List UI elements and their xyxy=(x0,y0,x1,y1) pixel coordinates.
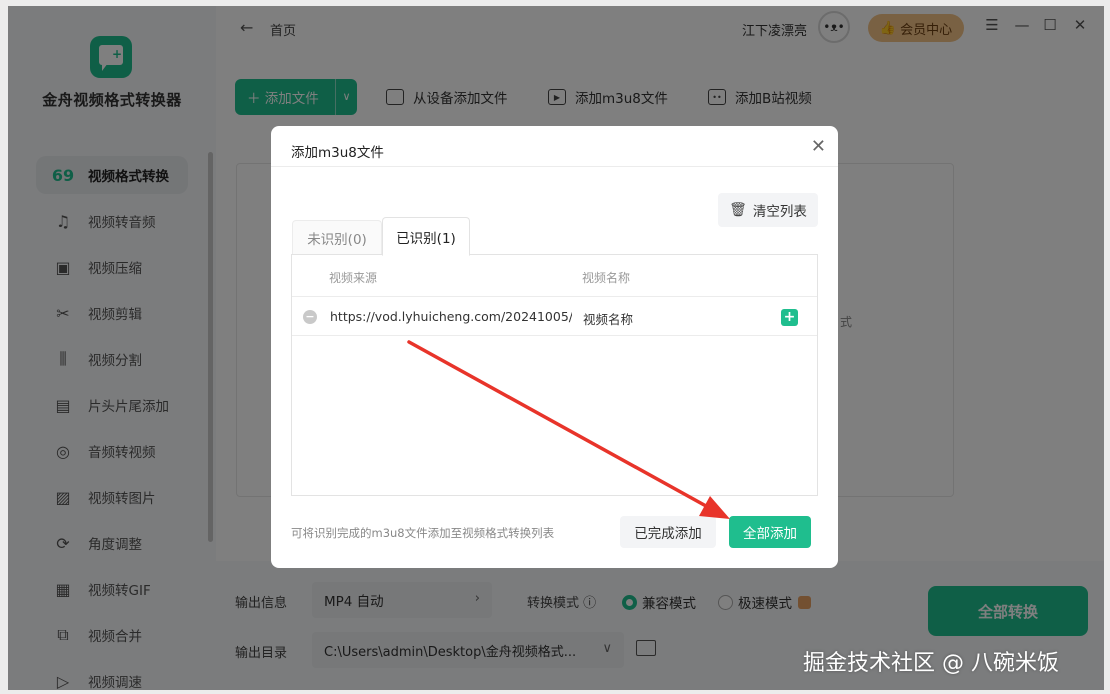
tab-recognized[interactable]: 已识别(1) xyxy=(382,217,470,256)
annotation-arrow-head xyxy=(699,496,730,519)
app-window: + 金舟视频格式转换器 69视频格式转换♫视频转音频▣视频压缩✂视频剪辑⫼视频分… xyxy=(8,6,1104,690)
annotation-arrow-shaft xyxy=(407,340,708,508)
annotation-arrow xyxy=(407,340,730,519)
watermark: 掘金技术社区 @ 八碗米饭 xyxy=(803,651,1059,676)
